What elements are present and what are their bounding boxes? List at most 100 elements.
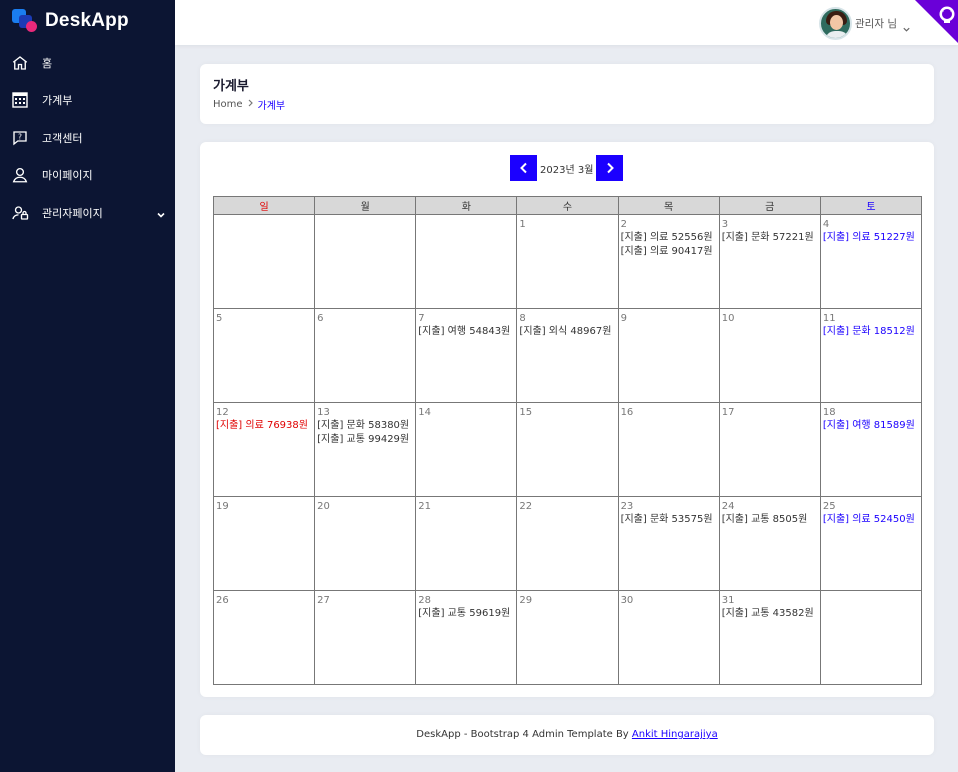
day-number: 27 — [317, 595, 330, 606]
calendar-nav: 2023년 3월 — [510, 155, 624, 181]
deskapp-logo-icon — [12, 8, 38, 34]
day-number: 5 — [216, 313, 223, 324]
chevron-down-icon — [902, 19, 911, 32]
sidebar-item-home[interactable]: 홈 — [0, 44, 175, 82]
calendar-day-cell[interactable]: 27 — [314, 590, 417, 685]
calendar-day-cell[interactable]: 11 [지출] 문화 18512원 — [819, 308, 923, 403]
day-number: 19 — [216, 501, 229, 512]
day-number: 2 — [620, 219, 627, 230]
calendar-event[interactable]: [지출] 외식 48967원 — [519, 325, 615, 339]
calendar-event[interactable]: [지출] 교통 43582원 — [722, 607, 818, 621]
calendar-day-cell[interactable]: 26 — [212, 590, 316, 685]
calendar-day-cell[interactable]: 23 [지출] 문화 53575원 — [617, 496, 720, 591]
calendar-day-cell[interactable]: 31 [지출] 교통 43582원 — [718, 590, 821, 685]
github-corner[interactable] — [915, 0, 958, 43]
calendar-day-cell[interactable]: 6 — [314, 308, 417, 403]
day-number: 30 — [620, 595, 634, 606]
calendar-event[interactable]: [지출] 의료 51227원 — [823, 231, 919, 245]
day-number: 21 — [418, 501, 432, 512]
calendar-day-cell[interactable]: 21 — [415, 496, 518, 591]
calendar-day-cell[interactable]: 24 [지출] 교통 8505원 — [718, 496, 821, 591]
sidebar-item-label: 홈 — [42, 56, 53, 70]
prev-month-button[interactable] — [510, 155, 537, 181]
author-link[interactable]: Ankit Hingarajiya — [632, 729, 718, 740]
month-label: 2023년 3월 — [540, 164, 594, 176]
calendar-event[interactable]: [지출] 여행 81589원 — [823, 419, 919, 433]
sidebar-item-support[interactable]: ? 고객센터 — [0, 119, 175, 157]
top-header: 관리자 님 — [175, 0, 958, 45]
calendar-week-row: 26 27 28 [지출] 교통 59619원 29 30 31 [지출] 교통 43582원 — [212, 590, 923, 685]
calendar-day-cell[interactable]: 3 [지출] 문화 57221원 — [718, 214, 821, 309]
calendar-event[interactable]: [지출] 의료 52450원 — [823, 513, 919, 527]
home-icon — [10, 53, 30, 73]
day-number: 25 — [822, 501, 836, 512]
calendar-event[interactable]: [지출] 의료 76938원 — [216, 419, 312, 433]
day-number: 28 — [418, 595, 432, 606]
calendar-day-cell[interactable]: 7 [지출] 여행 54843원 — [415, 308, 518, 403]
sidebar-item-label: 마이페이지 — [42, 169, 93, 183]
chevron-right-icon — [247, 99, 254, 110]
calendar-day-cell[interactable]: 1 — [516, 214, 619, 309]
calendar-day-cell[interactable]: 28 [지출] 교통 59619원 — [415, 590, 518, 685]
footer-text: DeskApp - Bootstrap 4 Admin Template By … — [200, 729, 934, 740]
calendar-day-cell[interactable]: 5 — [212, 308, 316, 403]
calendar-day-cell[interactable]: 22 — [516, 496, 619, 591]
calendar-day-cell[interactable] — [314, 214, 417, 309]
calendar-day-cell[interactable]: 14 — [415, 402, 518, 497]
day-number: 14 — [418, 407, 432, 418]
page-header-card: 가계부 Home 가계부 — [200, 64, 934, 124]
calendar-event[interactable]: [지출] 여행 54843원 — [418, 325, 514, 339]
calendar-day-cell[interactable]: 9 — [617, 308, 720, 403]
calendar-day-cell[interactable]: 8 [지출] 외식 48967원 — [516, 308, 619, 403]
weekday-header: 화 — [415, 196, 518, 215]
calendar-body: 1 2 [지출] 의료 52556원 [지출] 의료 90417원 3 [지출] 문화 5… — [212, 214, 923, 685]
next-month-button[interactable] — [596, 155, 624, 181]
calendar-day-cell[interactable]: 30 — [617, 590, 720, 685]
day-number: 24 — [721, 501, 735, 512]
calendar-event[interactable]: [지출] 의료 52556원 — [621, 231, 717, 245]
calendar-event[interactable]: [지출] 교통 99429원 — [317, 433, 413, 447]
calendar-day-cell[interactable] — [819, 590, 923, 685]
weekday-header: 금 — [718, 196, 821, 215]
calendar-day-cell[interactable]: 15 — [516, 402, 619, 497]
calendar-day-cell[interactable]: 29 — [516, 590, 619, 685]
brand[interactable]: DeskApp — [12, 8, 129, 34]
day-number: 22 — [519, 501, 533, 512]
calendar-event[interactable]: [지출] 문화 18512원 — [823, 325, 919, 339]
calendar-day-cell[interactable]: 2 [지출] 의료 52556원 [지출] 의료 90417원 — [617, 214, 720, 309]
sidebar-item-ledger[interactable]: 가계부 — [0, 82, 175, 120]
calendar-event[interactable]: [지출] 의료 90417원 — [621, 245, 717, 259]
user-icon — [10, 165, 30, 185]
page-title: 가계부 — [213, 79, 249, 94]
calendar-day-cell[interactable]: 10 — [718, 308, 821, 403]
day-number: 6 — [317, 313, 324, 324]
user-menu[interactable]: 관리자 님 — [819, 6, 911, 40]
calendar-day-cell[interactable]: 18 [지출] 여행 81589원 — [819, 402, 923, 497]
breadcrumb-home-link[interactable]: Home — [213, 99, 243, 110]
calendar-day-cell[interactable] — [415, 214, 518, 309]
breadcrumb-current: 가계부 — [257, 101, 286, 112]
day-number: 13 — [317, 407, 330, 418]
day-number: 4 — [822, 219, 830, 230]
admin-user-icon — [10, 203, 30, 223]
sidebar-item-admin[interactable]: 관리자페이지 — [0, 194, 175, 232]
weekday-header: 수 — [516, 196, 619, 215]
day-number: 1 — [519, 219, 526, 230]
calendar-day-cell[interactable]: 4 [지출] 의료 51227원 — [819, 214, 923, 309]
calendar-event[interactable]: [지출] 교통 8505원 — [722, 513, 818, 527]
calendar-event[interactable]: [지출] 문화 58380원 — [317, 419, 413, 433]
sidebar-item-label: 고객센터 — [42, 131, 83, 145]
calendar-day-cell[interactable]: 16 — [617, 402, 720, 497]
calendar-event[interactable]: [지출] 문화 53575원 — [621, 513, 717, 527]
calendar-event[interactable]: [지출] 교통 59619원 — [418, 607, 514, 621]
sidebar-item-mypage[interactable]: 마이페이지 — [0, 157, 175, 195]
calendar-day-cell[interactable]: 13 [지출] 문화 58380원 [지출] 교통 99429원 — [314, 402, 417, 497]
calendar-day-cell[interactable]: 17 — [718, 402, 821, 497]
calendar-day-cell[interactable]: 25 [지출] 의료 52450원 — [819, 496, 923, 591]
calendar-day-cell[interactable] — [212, 214, 316, 309]
calendar-day-cell[interactable]: 19 — [212, 496, 316, 591]
calendar-event[interactable]: [지출] 문화 57221원 — [722, 231, 818, 245]
calendar-day-cell[interactable]: 12 [지출] 의료 76938원 — [212, 402, 316, 497]
calendar-day-cell[interactable]: 20 — [314, 496, 417, 591]
day-number: 31 — [721, 595, 735, 606]
